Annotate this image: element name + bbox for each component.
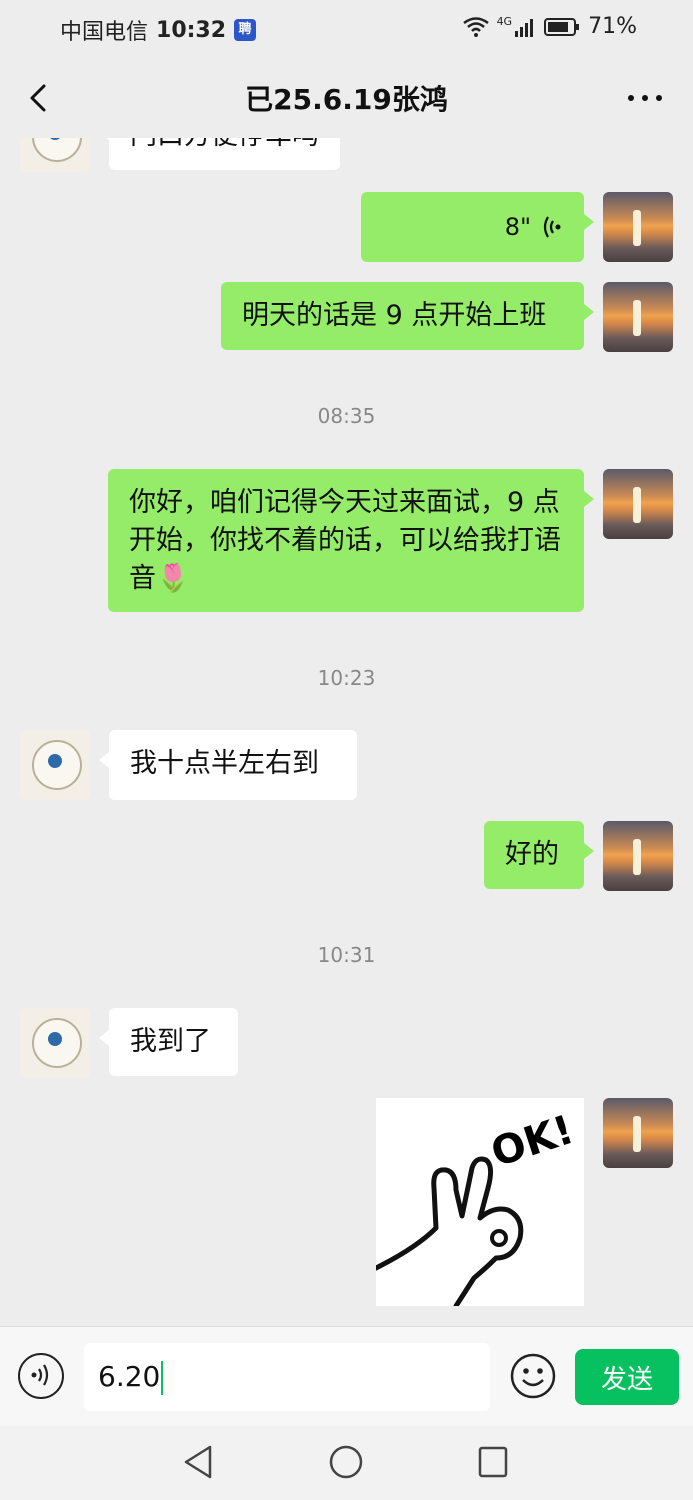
ok-hand-sticker[interactable]: OK! [373, 1098, 584, 1309]
send-button[interactable]: 发送 [575, 1349, 679, 1405]
battery-label: 71% [588, 14, 637, 39]
voice-duration: 8" [504, 213, 531, 241]
message-bubble-sent[interactable]: 好的 [484, 821, 594, 889]
status-left: 中国电信 10:32 聘 [60, 14, 257, 46]
battery-icon [544, 17, 580, 36]
status-bar: 中国电信 10:32 聘 4G 71% [0, 0, 693, 58]
message-input[interactable]: 6.20 [84, 1343, 490, 1411]
more-icon[interactable] [625, 80, 665, 116]
message-input-value: 6.20 [98, 1360, 161, 1393]
ok-hand-drawing: OK! [373, 1107, 579, 1309]
contact-avatar[interactable] [20, 1008, 90, 1078]
message-bubble-sent[interactable]: 明天的话是 9 点开始上班 [221, 282, 594, 350]
message-text: 我到了 [130, 1026, 211, 1057]
nav-recents-icon[interactable] [476, 1444, 510, 1480]
input-bar: 6.20 发送 [0, 1326, 693, 1427]
message-bubble-received[interactable]: 门口方便停车吗 [99, 138, 340, 170]
message-text: 好的 [505, 839, 559, 870]
message-text: 明天的话是 9 点开始上班 [242, 300, 547, 331]
voice-wave-icon [543, 216, 561, 238]
message-bubble-sent[interactable]: 你好，咱们记得今天过来面试，9 点开始，你找不着的话，可以给我打语音🌷 [108, 469, 594, 612]
app-badge-icon: 聘 [234, 19, 257, 41]
signal-icon [515, 18, 534, 37]
sticker-text: OK! [486, 1107, 579, 1176]
timestamp: 10:23 [317, 666, 376, 690]
chat-header: 已25.6.19张鸿 [0, 58, 693, 138]
message-bubble-received[interactable]: 我十点半左右到 [99, 730, 357, 800]
message-text: 我十点半左右到 [130, 748, 319, 779]
text-caret [161, 1361, 164, 1395]
network-label: 4G [496, 15, 513, 28]
self-avatar[interactable] [603, 469, 673, 539]
nav-home-icon[interactable] [328, 1444, 364, 1480]
status-right: 4G 71% [462, 14, 637, 39]
carrier-label: 中国电信 [60, 20, 149, 45]
wifi-icon [462, 16, 489, 37]
timestamp: 10:31 [317, 943, 376, 967]
voice-input-icon[interactable] [18, 1353, 64, 1399]
message-bubble-received[interactable]: 我到了 [99, 1008, 238, 1076]
message-list[interactable]: 门口方便停车吗 8" 明天的话是 9 点开始上班 08:35 你好，咱们记得今天… [0, 138, 693, 1326]
self-avatar[interactable] [603, 282, 673, 352]
timestamp: 08:35 [317, 404, 376, 428]
self-avatar[interactable] [603, 192, 673, 262]
clock: 10:32 [156, 17, 227, 43]
nav-back-icon[interactable] [182, 1444, 216, 1480]
system-navigation-bar [0, 1426, 693, 1500]
self-avatar[interactable] [603, 821, 673, 891]
contact-avatar[interactable] [20, 138, 90, 172]
emoji-icon[interactable] [510, 1353, 556, 1399]
message-text: 门口方便停车吗 [130, 138, 319, 151]
message-text: 你好，咱们记得今天过来面试，9 点开始，你找不着的话，可以给我打语音🌷 [129, 487, 561, 594]
chat-title: 已25.6.19张鸿 [245, 83, 448, 116]
voice-message-bubble[interactable]: 8" [361, 192, 594, 262]
contact-avatar[interactable] [20, 730, 90, 800]
self-avatar[interactable] [603, 1098, 673, 1168]
